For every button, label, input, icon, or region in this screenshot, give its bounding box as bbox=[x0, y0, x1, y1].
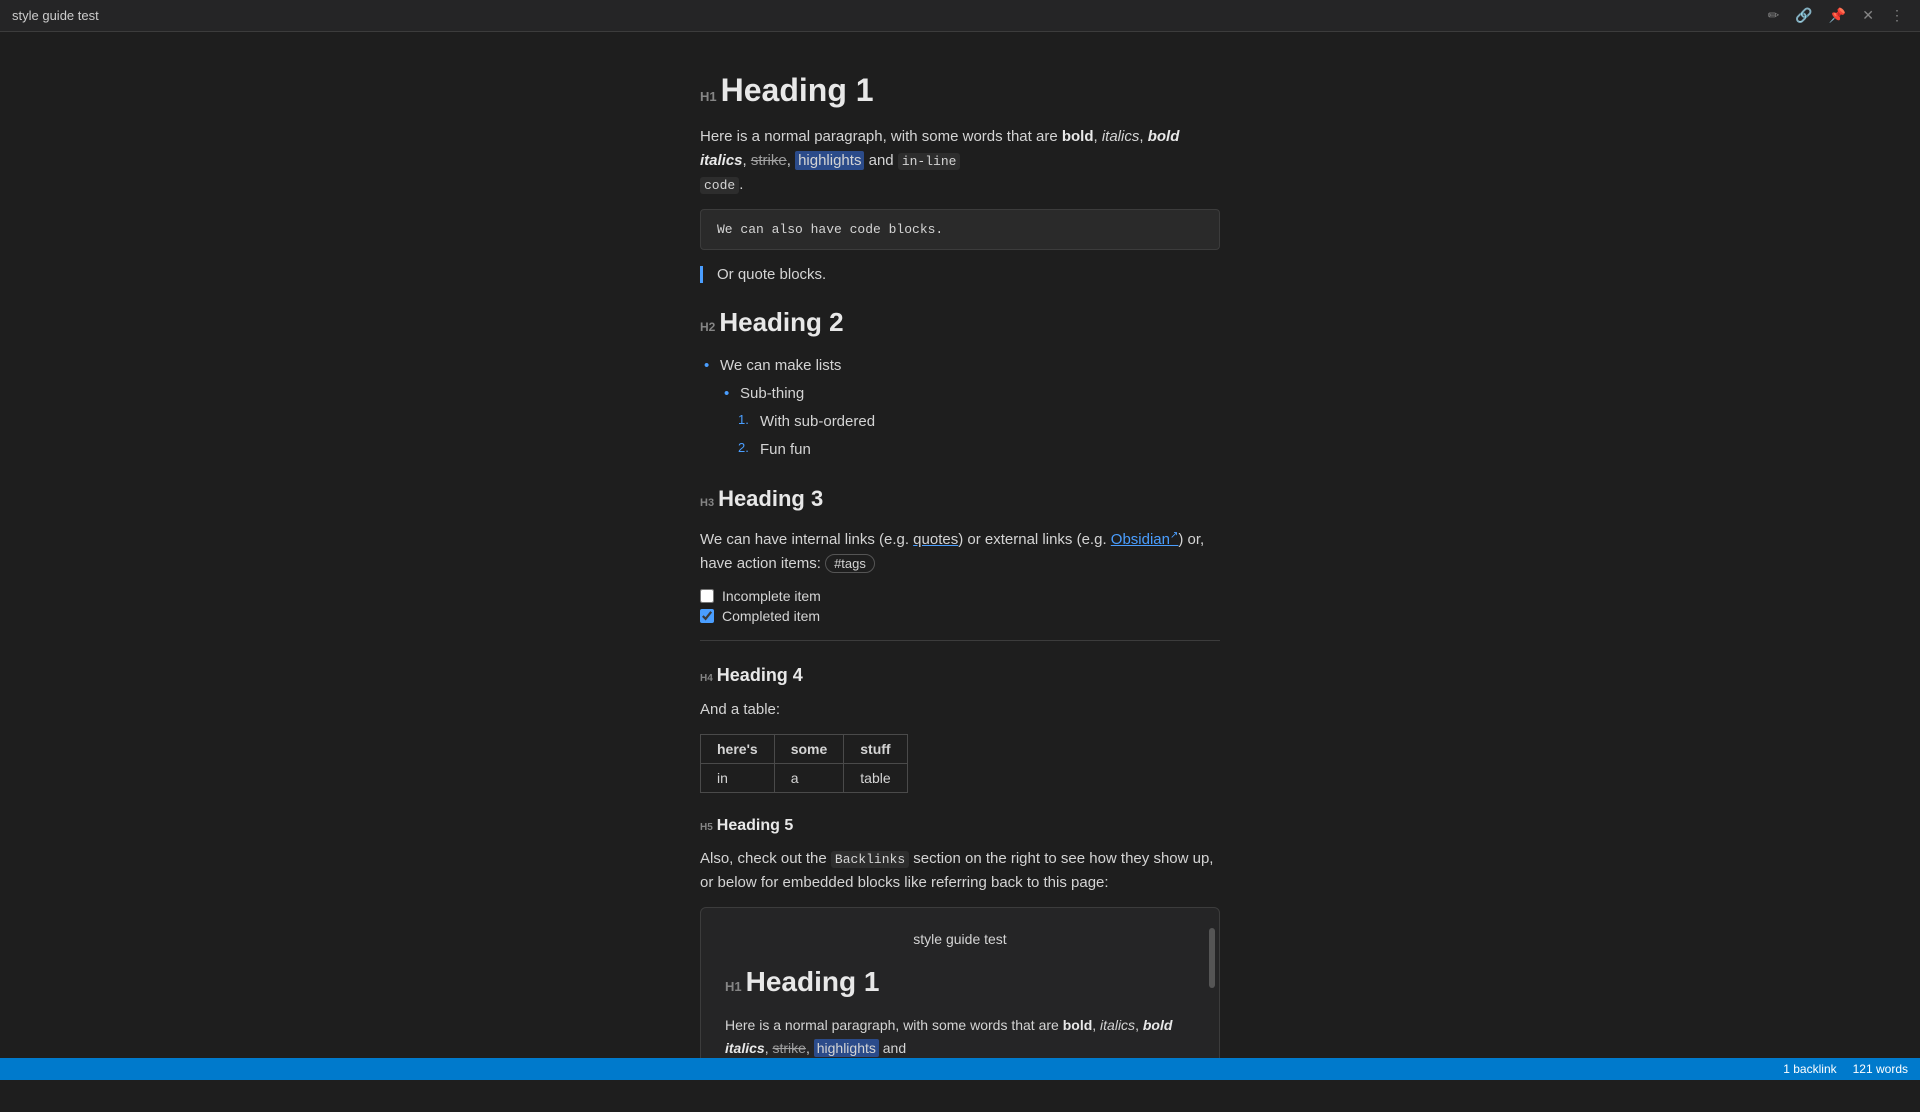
highlighted-text: highlights bbox=[795, 151, 864, 170]
embedded-h1: H1 Heading 1 bbox=[725, 966, 1195, 998]
completed-label: Completed item bbox=[722, 608, 820, 624]
italic-text: italics bbox=[1102, 128, 1140, 145]
backlinks-count: 1 backlink bbox=[1783, 1062, 1836, 1076]
list-item: We can make lists Sub-thing With sub-ord… bbox=[720, 354, 1220, 462]
titlebar-actions: ✏ 🔗 📌 ✕ ⋮ bbox=[1764, 5, 1908, 26]
ordered-item: With sub-ordered bbox=[760, 410, 1220, 434]
embedded-h1-label: H1 bbox=[725, 979, 742, 994]
table-header-cell: some bbox=[774, 735, 844, 764]
h2-label: H2 bbox=[700, 320, 715, 334]
intro-paragraph: Here is a normal paragraph, with some wo… bbox=[700, 125, 1220, 197]
links-paragraph: We can have internal links (e.g. quotes)… bbox=[700, 528, 1220, 576]
h1-label: H1 bbox=[700, 89, 717, 104]
external-link[interactable]: Obsidian↗ bbox=[1111, 531, 1179, 548]
table-cell: table bbox=[844, 764, 907, 793]
embedded-scrollbar[interactable] bbox=[1209, 928, 1215, 988]
embedded-strike: strike bbox=[772, 1040, 805, 1056]
embedded-italic: italics bbox=[1100, 1017, 1135, 1033]
table-intro: And a table: bbox=[700, 698, 1220, 722]
inline-code-1: in-line bbox=[898, 153, 961, 170]
incomplete-checkbox-item: Incomplete item bbox=[700, 588, 1220, 604]
h5-paragraph: Also, check out the Backlinks section on… bbox=[700, 847, 1220, 895]
tag[interactable]: #tags bbox=[825, 554, 875, 573]
divider bbox=[700, 640, 1220, 641]
backlinks-code: Backlinks bbox=[831, 851, 909, 868]
heading-1: H1 Heading 1 bbox=[700, 72, 1220, 109]
bold-text: bold bbox=[1062, 128, 1094, 145]
blockquote: Or quote blocks. bbox=[700, 266, 1220, 283]
content-area: H1 Heading 1 Here is a normal paragraph,… bbox=[0, 32, 1920, 1080]
pin-icon[interactable]: 📌 bbox=[1825, 5, 1850, 26]
titlebar-title: style guide test bbox=[12, 8, 99, 23]
internal-link[interactable]: quotes bbox=[913, 531, 958, 548]
ordered-item: Fun fun bbox=[760, 438, 1220, 462]
code-block: We can also have code blocks. bbox=[700, 209, 1220, 250]
h4-label: H4 bbox=[700, 673, 713, 684]
heading-2: H2 Heading 2 bbox=[700, 307, 1220, 338]
h3-label: H3 bbox=[700, 497, 714, 509]
embedded-block: style guide test H1 Heading 1 Here is a … bbox=[700, 907, 1220, 1080]
main-list: We can make lists Sub-thing With sub-ord… bbox=[700, 354, 1220, 462]
completed-checkbox-item: Completed item bbox=[700, 608, 1220, 624]
ordered-list: With sub-ordered Fun fun bbox=[740, 410, 1220, 462]
heading-4: H4 Heading 4 bbox=[700, 665, 1220, 686]
statusbar: 1 backlink 121 words bbox=[0, 1058, 1920, 1080]
incomplete-checkbox[interactable] bbox=[700, 589, 714, 603]
embedded-title: style guide test bbox=[725, 928, 1195, 950]
table-header-cell: here's bbox=[701, 735, 775, 764]
word-count: 121 words bbox=[1853, 1062, 1908, 1076]
embedded-paragraph: Here is a normal paragraph, with some wo… bbox=[725, 1014, 1195, 1059]
titlebar: style guide test ✏ 🔗 📌 ✕ ⋮ bbox=[0, 0, 1920, 32]
strikethrough-text: strike bbox=[751, 152, 787, 169]
table-row: in a table bbox=[701, 764, 908, 793]
heading-3: H3 Heading 3 bbox=[700, 486, 1220, 512]
close-icon[interactable]: ✕ bbox=[1858, 5, 1878, 26]
completed-checkbox[interactable] bbox=[700, 609, 714, 623]
table-header-row: here's some stuff bbox=[701, 735, 908, 764]
sub-list: Sub-thing With sub-ordered Fun fun bbox=[720, 382, 1220, 462]
document: H1 Heading 1 Here is a normal paragraph,… bbox=[660, 72, 1260, 1080]
table-cell: a bbox=[774, 764, 844, 793]
edit-icon[interactable]: ✏ bbox=[1764, 5, 1784, 26]
embedded-bold: bold bbox=[1063, 1017, 1093, 1033]
list-item: Sub-thing With sub-ordered Fun fun bbox=[740, 382, 1220, 462]
h5-label: H5 bbox=[700, 822, 713, 833]
more-icon[interactable]: ⋮ bbox=[1886, 5, 1908, 26]
link-icon[interactable]: 🔗 bbox=[1791, 5, 1816, 26]
incomplete-label: Incomplete item bbox=[722, 588, 821, 604]
data-table: here's some stuff in a table bbox=[700, 734, 908, 793]
table-header-cell: stuff bbox=[844, 735, 907, 764]
heading-5: H5 Heading 5 bbox=[700, 817, 1220, 835]
table-cell: in bbox=[701, 764, 775, 793]
embedded-highlight: highlights bbox=[814, 1039, 879, 1057]
inline-code-2: code bbox=[700, 177, 739, 194]
